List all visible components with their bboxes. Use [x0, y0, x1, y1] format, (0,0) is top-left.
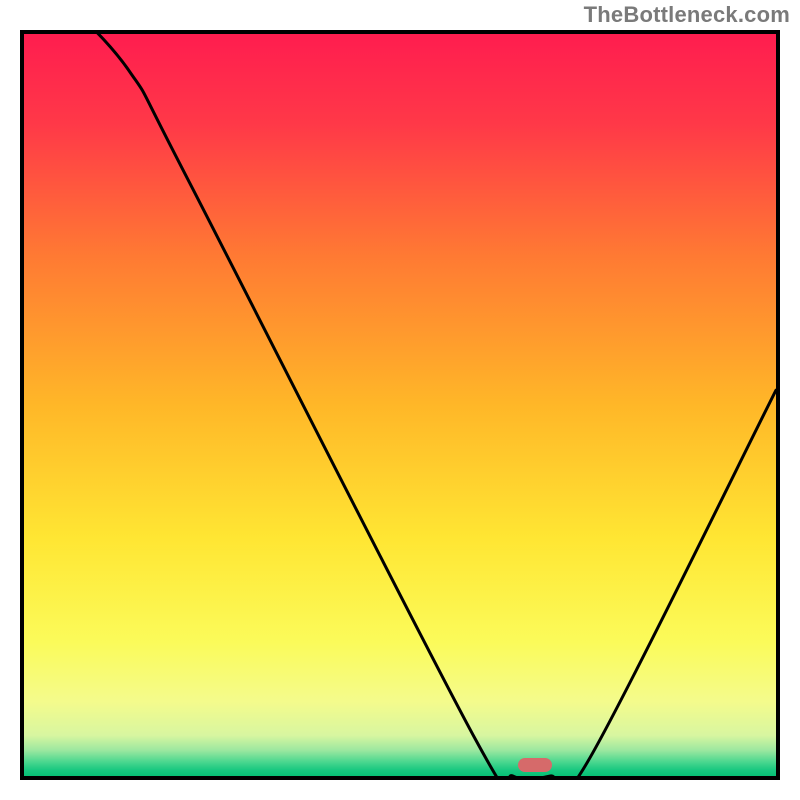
bottleneck-curve [24, 34, 776, 776]
optimal-marker [518, 758, 552, 772]
watermark-text: TheBottleneck.com [584, 2, 790, 28]
chart-area [20, 30, 780, 780]
